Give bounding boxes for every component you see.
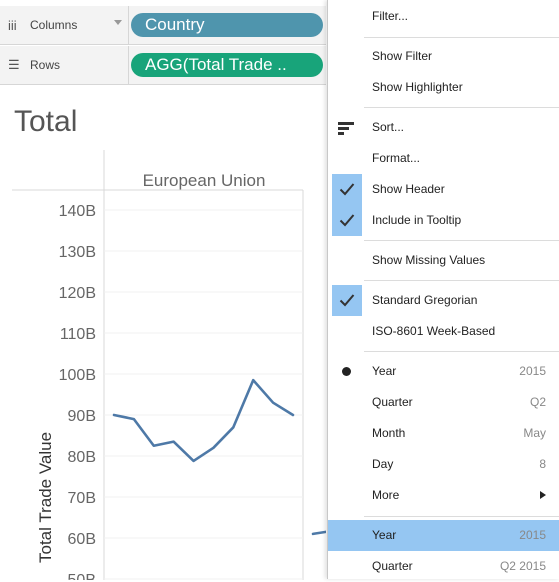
menu-item-label: Quarter	[372, 559, 413, 573]
rows-shelf-label: ☰ Rows	[0, 46, 129, 84]
series-line-next-pane	[311, 530, 326, 536]
checkmark-icon	[332, 174, 362, 205]
menu-item-sort[interactable]: Sort...	[328, 112, 559, 143]
y-tick-label: 90B	[68, 408, 96, 425]
total-trade-pill[interactable]: AGG(Total Trade ..	[131, 53, 323, 77]
rows-icon: ☰	[8, 57, 20, 72]
checkmark-icon	[332, 285, 362, 316]
menu-item-value: 2015	[519, 364, 546, 378]
menu-item-more[interactable]: More	[328, 480, 559, 511]
menu-item-day[interactable]: Day 8	[328, 449, 559, 480]
menu-item-format[interactable]: Format...	[328, 143, 559, 174]
y-tick-label: 100B	[59, 367, 96, 384]
menu-separator	[364, 516, 559, 517]
menu-item-filter[interactable]: Filter...	[328, 1, 559, 32]
y-tick-label: 130B	[59, 244, 96, 261]
menu-item-label: ISO-8601 Week-Based	[372, 324, 496, 338]
y-tick-label: 110B	[60, 326, 96, 343]
chevron-down-icon[interactable]	[114, 20, 122, 25]
context-menu: Filter... Show Filter Show Highlighter Sort…	[327, 0, 559, 579]
menu-item-label: Show Filter	[372, 49, 433, 63]
menu-item-include-in-tooltip[interactable]: Include in Tooltip	[328, 205, 559, 236]
menu-item-label: Year	[372, 528, 397, 542]
columns-label: Columns	[30, 18, 78, 32]
y-tick-label: 80B	[68, 449, 96, 466]
menu-item-month[interactable]: Month May	[328, 418, 559, 449]
menu-item-quarter[interactable]: Quarter Q2 2015	[328, 551, 559, 582]
y-tick-label: 120B	[59, 285, 96, 302]
menu-separator	[364, 351, 559, 352]
menu-item-value: Q2	[529, 395, 546, 409]
menu-item-value: Q2 2015	[499, 559, 546, 573]
menu-item-iso-8601-week-based[interactable]: ISO-8601 Week-Based	[328, 316, 559, 347]
rows-label: Rows	[30, 58, 61, 72]
columns-icon: iii	[8, 17, 17, 33]
menu-item-label: Standard Gregorian	[372, 293, 478, 307]
menu-item-value: 8	[539, 457, 546, 471]
checkmark-icon	[332, 205, 362, 236]
menu-item-show-filter[interactable]: Show Filter	[328, 41, 559, 72]
columns-shelf[interactable]: iii Columns Country	[0, 6, 326, 45]
menu-item-label: Filter...	[372, 9, 409, 23]
columns-shelf-label: iii Columns	[0, 6, 129, 44]
menu-item-value: 2015	[519, 528, 546, 542]
menu-item-label: Quarter	[372, 395, 413, 409]
menu-separator	[364, 280, 559, 281]
menu-separator	[364, 37, 559, 38]
menu-item-label: Sort...	[372, 120, 405, 134]
menu-item-standard-gregorian[interactable]: Standard Gregorian	[328, 285, 559, 316]
viz-area: Total European Union Total Trade Value 1…	[0, 84, 326, 580]
menu-item-value: May	[523, 426, 546, 440]
sort-icon-bar	[338, 127, 349, 130]
menu-item-label: More	[372, 488, 400, 502]
menu-item-label: Format...	[372, 151, 421, 165]
menu-separator	[364, 107, 559, 108]
line-chart: 140B130B120B110B100B90B80B70B60B50B	[12, 150, 326, 580]
menu-item-label: Month	[372, 426, 406, 440]
menu-item-label: Day	[372, 457, 394, 471]
menu-item-show-highlighter[interactable]: Show Highlighter	[328, 72, 559, 103]
menu-item-quarter[interactable]: Quarter Q2	[328, 387, 559, 418]
submenu-arrow-icon	[540, 491, 546, 499]
menu-item-label: Show Highlighter	[372, 80, 463, 94]
rows-shelf[interactable]: ☰ Rows AGG(Total Trade ..	[0, 46, 326, 85]
menu-item-year[interactable]: Year 2015	[328, 520, 559, 551]
menu-item-year[interactable]: Year 2015	[328, 356, 559, 387]
series-line-european-union	[112, 378, 295, 463]
sort-icon-bar	[338, 132, 344, 135]
menu-item-show-header[interactable]: Show Header	[328, 174, 559, 205]
menu-item-label: Include in Tooltip	[372, 213, 462, 227]
menu-item-label: Show Missing Values	[372, 253, 486, 267]
y-tick-label: 140B	[59, 203, 96, 220]
menu-item-label: Year	[372, 364, 397, 378]
country-pill[interactable]: Country	[131, 13, 323, 37]
y-tick-label: 70B	[68, 490, 96, 507]
menu-separator	[364, 240, 559, 241]
radio-dot-icon	[342, 367, 351, 376]
sort-icon-bar	[338, 122, 354, 125]
y-tick-label: 60B	[68, 531, 96, 548]
menu-item-show-missing-values[interactable]: Show Missing Values	[328, 245, 559, 276]
menu-item-label: Show Header	[372, 182, 445, 196]
